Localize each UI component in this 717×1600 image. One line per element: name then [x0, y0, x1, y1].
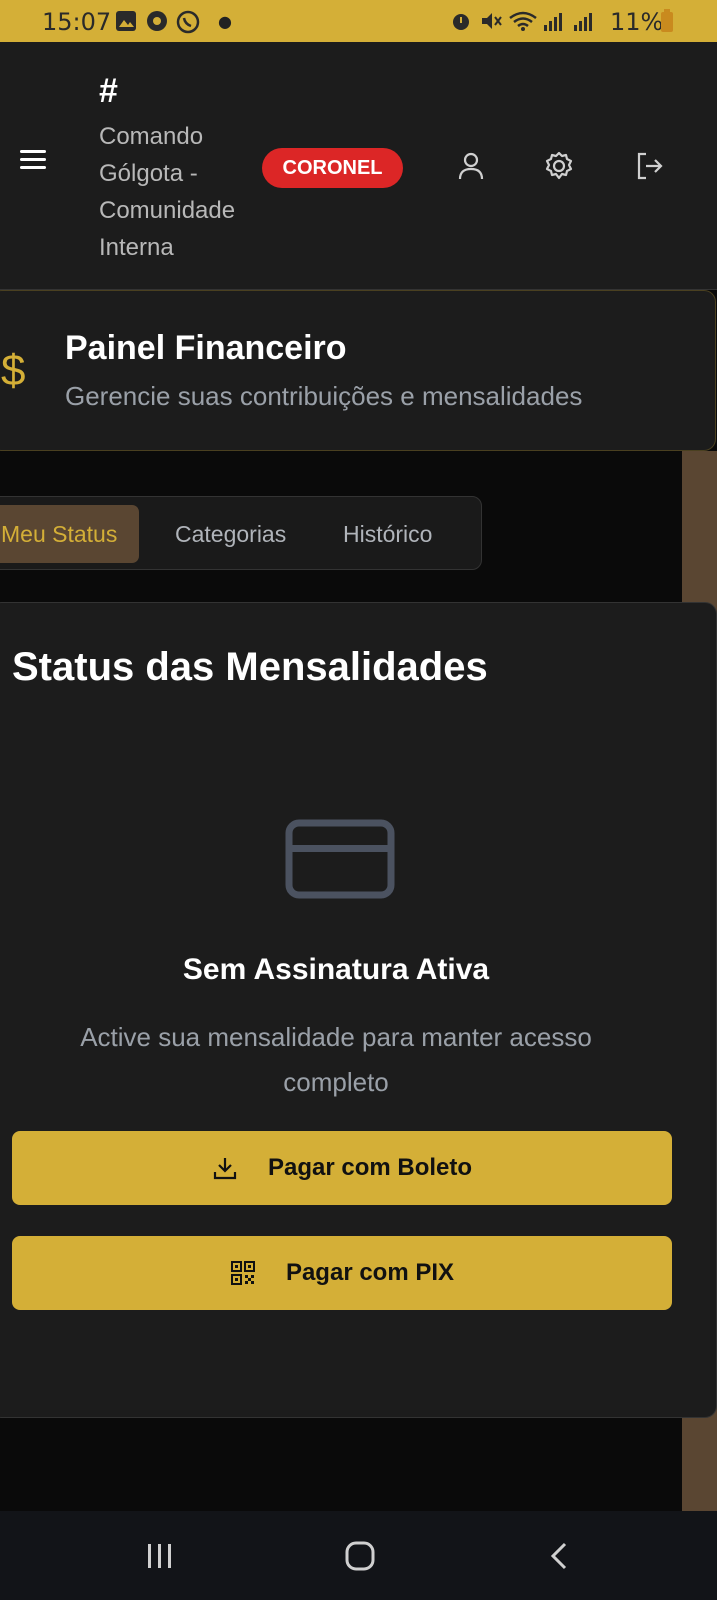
pay-pix-label: Pagar com PIX: [285, 1259, 455, 1286]
channel-hash: #: [99, 72, 118, 110]
battery-level: 11%: [610, 8, 664, 36]
wifi-icon: [509, 11, 537, 31]
tab-categorias[interactable]: Categorias: [175, 505, 286, 563]
clock: 15:07: [42, 8, 112, 36]
battery-icon: [661, 9, 673, 32]
download-icon: [213, 1158, 237, 1180]
rank-badge: CORONEL: [262, 148, 403, 188]
signal-icon-2: [574, 13, 592, 31]
app-header: # Comando Gólgota - Comunidade Interna C…: [0, 42, 717, 290]
finance-title: Painel Financeiro: [65, 329, 347, 367]
chrome-icon: [147, 11, 167, 31]
home-button[interactable]: [310, 1511, 410, 1600]
recent-apps-icon: [148, 1543, 171, 1568]
dollar-icon: $: [1, 346, 26, 395]
tab-meu-status[interactable]: Meu Status: [0, 505, 140, 563]
status-title: Status das Mensalidades: [12, 645, 488, 689]
recent-apps-button[interactable]: [110, 1511, 210, 1600]
status-card: Status das Mensalidades Sem Assinatura A…: [0, 602, 717, 1418]
pay-boleto-button[interactable]: Pagar com Boleto: [12, 1131, 672, 1205]
empty-state-title: Sem Assinatura Ativa: [182, 953, 490, 986]
settings-gear-icon[interactable]: [543, 150, 575, 182]
finance-subtitle: Gerencie suas contribuições e mensalidad…: [65, 381, 583, 411]
mute-icon: [482, 13, 502, 29]
home-icon: [345, 1541, 375, 1570]
back-chevron-icon: [550, 1542, 567, 1569]
hamburger-menu-icon[interactable]: [20, 150, 46, 174]
empty-state-subtitle: Active sua mensalidade para manter acess…: [80, 1022, 592, 1097]
status-bar: 15:07 ● 11%: [0, 0, 717, 42]
qr-code-icon: [230, 1261, 255, 1285]
gallery-icon: [116, 11, 136, 31]
profile-icon[interactable]: [455, 150, 487, 182]
pay-pix-button[interactable]: Pagar com PIX: [12, 1236, 672, 1310]
tab-historico[interactable]: Histórico: [343, 505, 432, 563]
whatsapp-icon: [176, 10, 200, 34]
logout-icon[interactable]: [634, 150, 666, 182]
signal-icon: [544, 13, 562, 31]
notification-dot: ●: [218, 12, 232, 31]
tab-bar: Meu Status Categorias Histórico: [0, 496, 482, 570]
back-button[interactable]: [510, 1511, 610, 1600]
alarm-icon: [453, 14, 469, 30]
pay-boleto-label: Pagar com Boleto: [267, 1154, 473, 1181]
system-nav-bar: [0, 1511, 717, 1600]
app-title: Comando Gólgota - Comunidade Interna: [99, 123, 236, 261]
credit-card-icon: [285, 819, 395, 899]
finance-panel-card: $ Painel Financeiro Gerencie suas contri…: [0, 290, 716, 451]
